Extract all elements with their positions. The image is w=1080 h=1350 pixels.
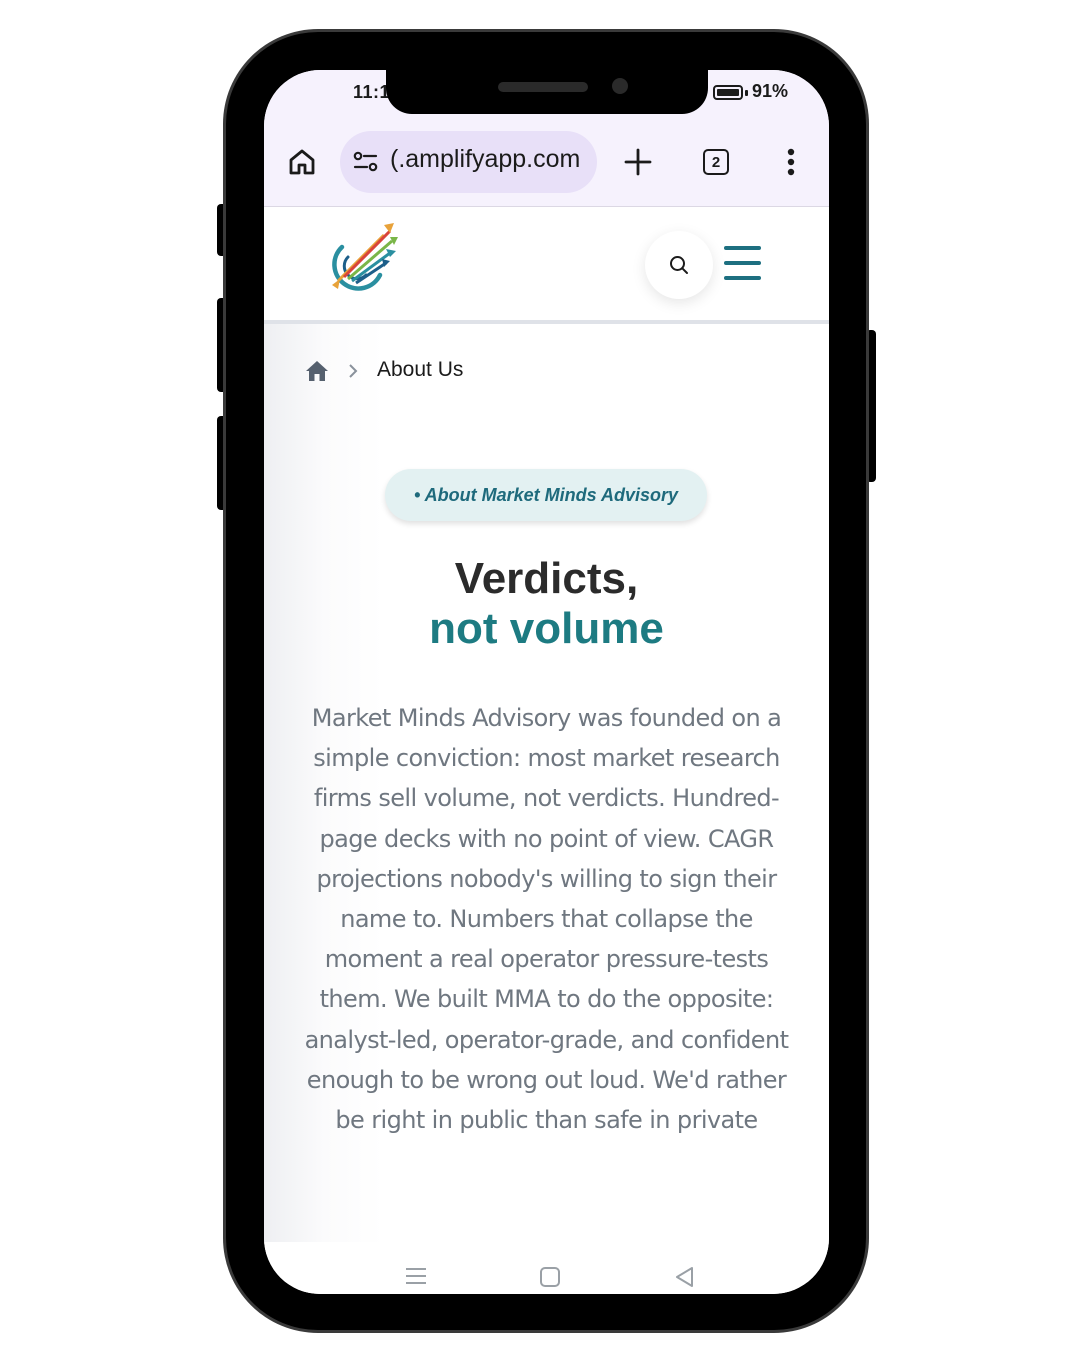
battery-tip: [745, 90, 748, 96]
battery-icon: [713, 85, 743, 100]
site-header: [264, 207, 829, 324]
page-title-line1: Verdicts,: [454, 554, 639, 603]
section-badge: • About Market Minds Advisory: [385, 469, 707, 521]
browser-home-icon[interactable]: [282, 142, 322, 182]
more-menu-icon[interactable]: [771, 142, 811, 182]
breadcrumb-home-icon[interactable]: [305, 360, 329, 387]
search-icon: [670, 256, 688, 274]
tab-count: 2: [711, 153, 721, 171]
site-settings-icon[interactable]: [352, 148, 380, 181]
back-nav-icon[interactable]: [674, 1266, 696, 1293]
power-button: [866, 330, 876, 482]
tab-switcher-button[interactable]: 2: [696, 142, 736, 182]
front-camera: [612, 78, 628, 94]
chevron-right-icon: [347, 362, 359, 385]
home-nav-icon[interactable]: [539, 1266, 561, 1293]
earpiece-speaker: [498, 82, 588, 92]
about-paragraph: Market Minds Advisory was founded on a s…: [304, 704, 789, 1135]
phone-screen: 11:1 91% (.amplifyapp.com 2 About Us • A…: [264, 70, 829, 1294]
brand-logo[interactable]: [318, 219, 398, 299]
url-text[interactable]: (.amplifyapp.com: [390, 145, 580, 174]
new-tab-icon[interactable]: [618, 142, 658, 182]
hamburger-menu-icon[interactable]: [724, 245, 762, 281]
status-time: 11:1: [353, 82, 391, 102]
breadcrumb-current: About Us: [377, 358, 464, 381]
address-bar[interactable]: (.amplifyapp.com: [340, 131, 597, 193]
recent-apps-icon[interactable]: [404, 1266, 428, 1291]
browser-toolbar: (.amplifyapp.com 2: [264, 126, 829, 207]
system-nav-bar: [264, 1242, 829, 1294]
camera-notch: [386, 70, 708, 114]
page-content: About Us • About Market Minds Advisory V…: [264, 324, 829, 1242]
page-title-line2: not volume: [429, 604, 664, 653]
battery-percent: 91%: [752, 81, 789, 101]
site-search-button[interactable]: [645, 231, 713, 299]
